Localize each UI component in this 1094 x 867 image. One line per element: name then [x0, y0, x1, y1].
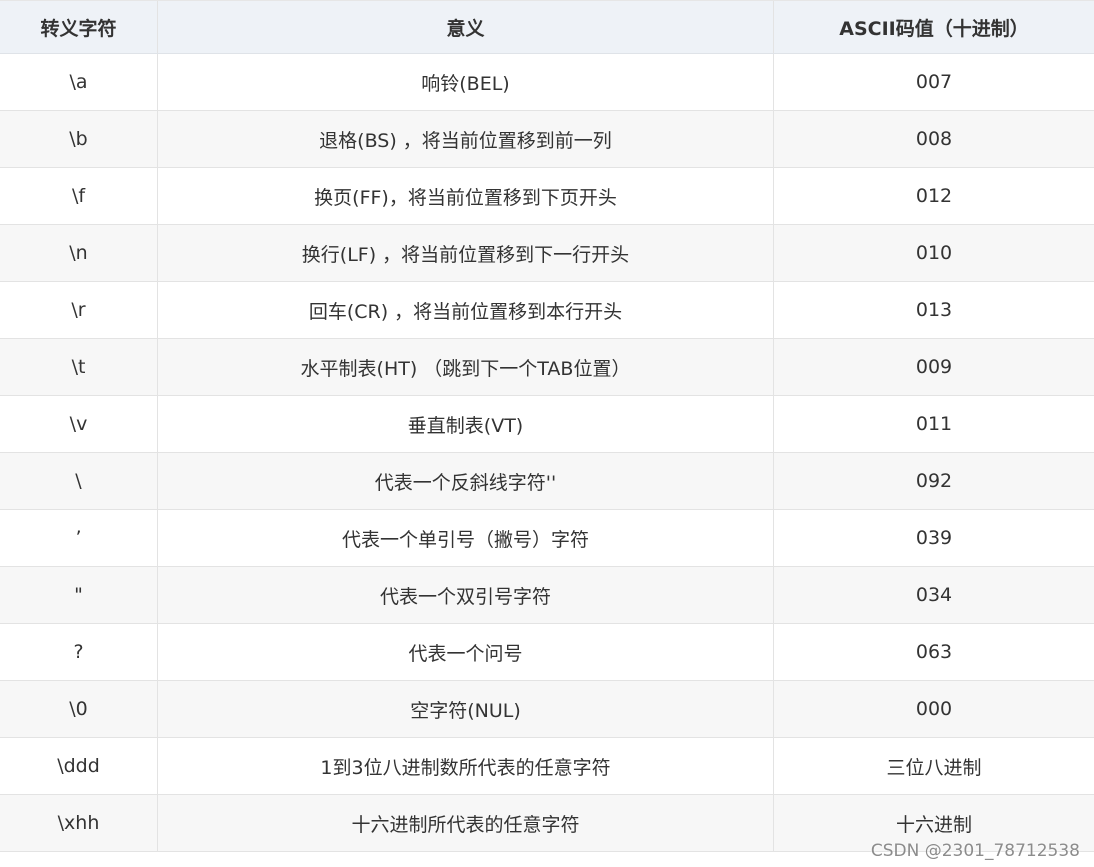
cell-meaning: 代表一个问号 — [158, 624, 774, 680]
cell-meaning: 退格(BS) ，将当前位置移到前一列 — [158, 111, 774, 167]
cell-escape: ’ — [0, 510, 158, 566]
cell-meaning: 换页(FF)，将当前位置移到下页开头 — [158, 168, 774, 224]
cell-meaning: 回车(CR) ，将当前位置移到本行开头 — [158, 282, 774, 338]
cell-meaning: 代表一个反斜线字符'' — [158, 453, 774, 509]
header-escape-char: 转义字符 — [0, 1, 158, 53]
table-row: \t 水平制表(HT) （跳到下一个TAB位置） 009 — [0, 339, 1094, 396]
cell-meaning: 代表一个单引号（撇号）字符 — [158, 510, 774, 566]
cell-ascii: 三位八进制 — [886, 756, 982, 779]
cell-meaning: 响铃(BEL) — [158, 54, 774, 110]
cell-ascii: 011 — [915, 413, 953, 435]
csdn-watermark: CSDN @2301_78712538 — [870, 841, 1080, 861]
table-row: \b 退格(BS) ，将当前位置移到前一列 008 — [0, 111, 1094, 168]
cell-escape: \ddd — [0, 738, 158, 794]
table-row: \v 垂直制表(VT) 011 — [0, 396, 1094, 453]
cell-escape: \v — [0, 396, 158, 452]
cell-ascii: 012 — [915, 185, 953, 207]
cell-escape: \n — [0, 225, 158, 281]
table-row: \ddd 1到3位八进制数所代表的任意字符 三位八进制 — [0, 738, 1094, 795]
escape-char-table: 转义字符 意义 ASCII码值（十进制） \a 响铃(BEL) 007 \b 退… — [0, 0, 1094, 852]
header-ascii-value: ASCII码值（十进制） — [839, 17, 1029, 40]
cell-meaning: 垂直制表(VT) — [158, 396, 774, 452]
cell-ascii: 063 — [915, 641, 953, 663]
table-row: \a 响铃(BEL) 007 — [0, 54, 1094, 111]
table-row: \r 回车(CR) ，将当前位置移到本行开头 013 — [0, 282, 1094, 339]
cell-ascii: 007 — [915, 71, 953, 93]
cell-escape: " — [0, 567, 158, 623]
table-row: \ 代表一个反斜线字符'' 092 — [0, 453, 1094, 510]
cell-meaning: 代表一个双引号字符 — [158, 567, 774, 623]
cell-escape: \xhh — [0, 795, 158, 851]
cell-ascii: 009 — [915, 356, 953, 378]
cell-meaning: 十六进制所代表的任意字符 — [158, 795, 774, 851]
cell-meaning: 水平制表(HT) （跳到下一个TAB位置） — [158, 339, 774, 395]
cell-escape: \b — [0, 111, 158, 167]
cell-escape: \t — [0, 339, 158, 395]
cell-escape: ? — [0, 624, 158, 680]
cell-ascii: 034 — [915, 584, 953, 606]
cell-escape: \r — [0, 282, 158, 338]
table-row: ’ 代表一个单引号（撇号）字符 039 — [0, 510, 1094, 567]
cell-ascii: 008 — [915, 128, 953, 150]
cell-escape: \f — [0, 168, 158, 224]
cell-ascii: 010 — [915, 242, 953, 264]
cell-meaning: 换行(LF) ，将当前位置移到下一行开头 — [158, 225, 774, 281]
table-row: \f 换页(FF)，将当前位置移到下页开头 012 — [0, 168, 1094, 225]
table-row: \n 换行(LF) ，将当前位置移到下一行开头 010 — [0, 225, 1094, 282]
table-header-row: 转义字符 意义 ASCII码值（十进制） — [0, 1, 1094, 54]
cell-escape: \0 — [0, 681, 158, 737]
cell-escape: \a — [0, 54, 158, 110]
cell-ascii: 092 — [915, 470, 953, 492]
cell-escape: \ — [0, 453, 158, 509]
table-row: ? 代表一个问号 063 — [0, 624, 1094, 681]
cell-ascii: 039 — [915, 527, 953, 549]
cell-ascii: 000 — [915, 698, 953, 720]
cell-meaning: 空字符(NUL) — [158, 681, 774, 737]
table-row: \0 空字符(NUL) 000 — [0, 681, 1094, 738]
table-row: " 代表一个双引号字符 034 — [0, 567, 1094, 624]
cell-ascii: 013 — [915, 299, 953, 321]
header-meaning: 意义 — [158, 1, 774, 53]
cell-meaning: 1到3位八进制数所代表的任意字符 — [158, 738, 774, 794]
